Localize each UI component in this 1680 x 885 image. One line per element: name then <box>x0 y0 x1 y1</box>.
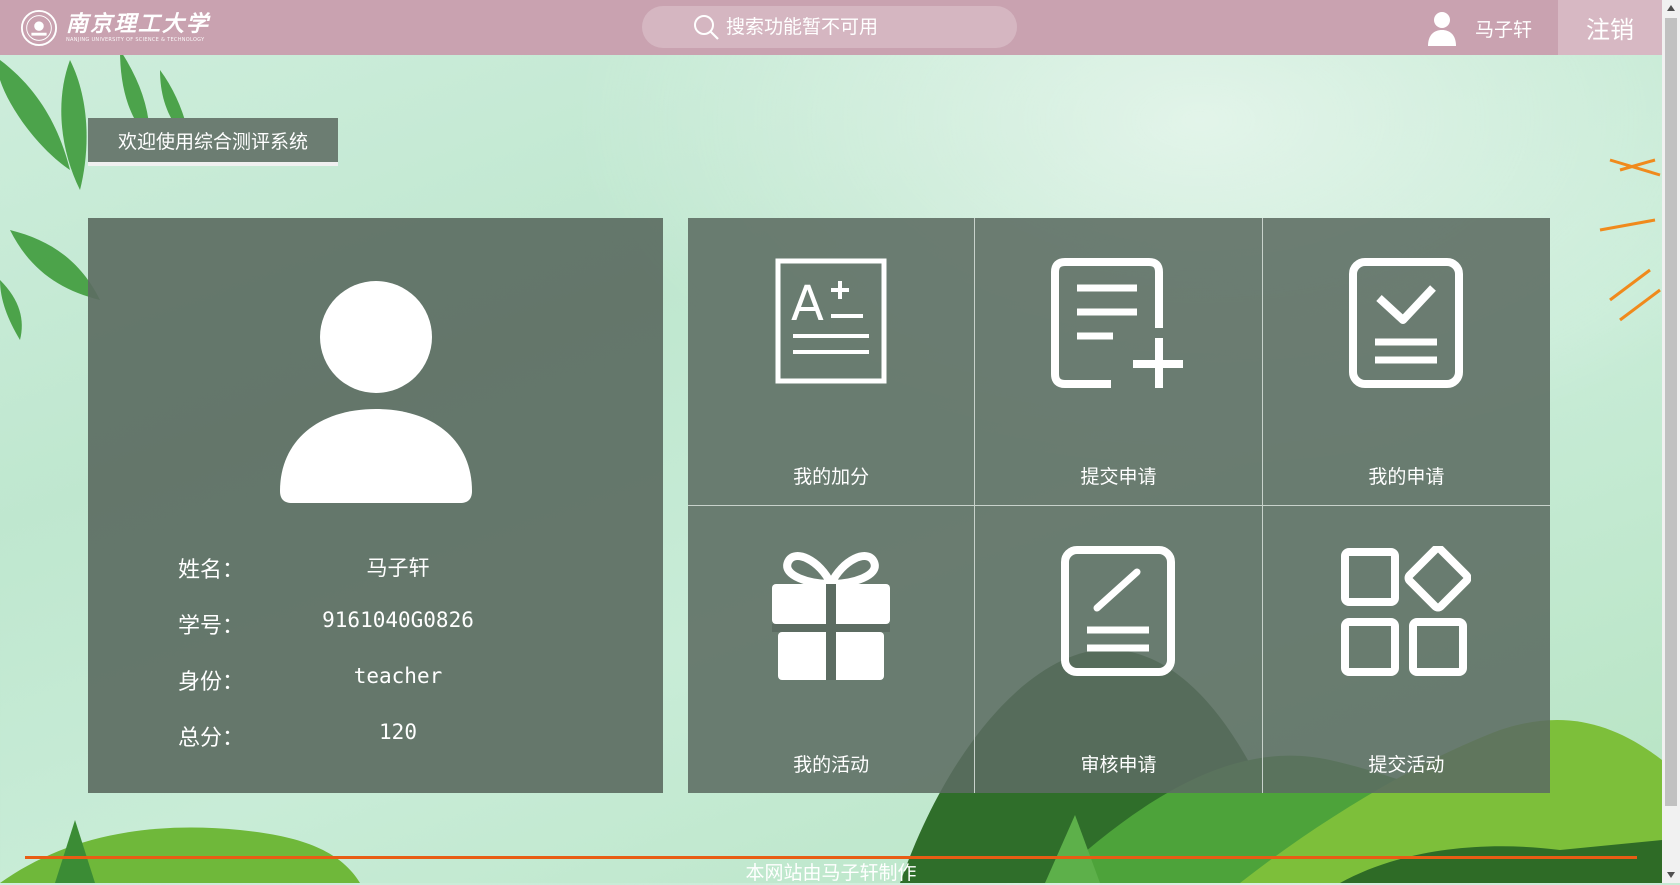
welcome-banner: 欢迎使用综合测评系统 <box>88 118 338 166</box>
logout-button[interactable]: 注销 <box>1558 0 1662 55</box>
grade-a-plus-icon: A <box>775 258 887 384</box>
top-navbar: 南京理工大学 NANJING UNIVERSITY OF SCIENCE & T… <box>0 0 1662 55</box>
menu-tile-my-activities[interactable]: 我的活动 <box>688 505 976 793</box>
vertical-scrollbar[interactable] <box>1662 0 1680 883</box>
menu-tile-submit-application[interactable]: 提交申请 <box>975 218 1263 506</box>
menu-tile-review-applications[interactable]: 审核申请 <box>975 505 1263 793</box>
avatar-icon <box>280 281 472 503</box>
profile-card: 姓名： 马子轩 学号： 9161040G0826 身份： teacher 总分：… <box>88 218 663 793</box>
tile-label: 我的活动 <box>793 754 870 776</box>
tile-label: 提交活动 <box>1368 754 1445 776</box>
document-add-icon <box>1051 258 1184 388</box>
menu-tile-my-applications[interactable]: 我的申请 <box>1262 218 1550 506</box>
profile-value: 9161040G0826 <box>322 608 474 632</box>
search-box[interactable] <box>642 6 1017 48</box>
document-check-icon <box>1349 258 1464 388</box>
apps-icon <box>1341 545 1472 676</box>
tile-label: 我的加分 <box>793 465 870 488</box>
scroll-up-arrow-icon[interactable] <box>1667 5 1675 11</box>
gift-icon <box>772 551 891 680</box>
university-emblem-icon <box>20 9 58 47</box>
svg-text:A: A <box>791 276 824 332</box>
profile-label: 总分： <box>178 726 245 751</box>
function-menu-grid: A 我的加分 提交申请 我的申请 我的活动 审核申请 提交活动 <box>688 218 1550 793</box>
scroll-down-arrow-icon[interactable] <box>1667 872 1675 878</box>
user-icon <box>1428 12 1456 46</box>
profile-row-total-score: 总分： 120 <box>178 720 618 751</box>
profile-row-name: 姓名： 马子轩 <box>178 552 618 583</box>
search-icon <box>694 15 719 40</box>
profile-label: 学号： <box>178 614 245 639</box>
search-input[interactable] <box>724 15 988 39</box>
profile-row-student-id: 学号： 9161040G0826 <box>178 608 618 639</box>
profile-value: 120 <box>379 720 417 744</box>
tile-label: 提交申请 <box>1080 465 1157 488</box>
user-name: 马子轩 <box>1475 18 1533 41</box>
profile-label: 身份： <box>178 670 245 695</box>
tile-label: 审核申请 <box>1080 754 1157 776</box>
profile-value: 马子轩 <box>366 556 430 580</box>
current-user[interactable]: 马子轩 <box>1425 10 1532 46</box>
document-edit-icon <box>1061 545 1176 676</box>
profile-row-role: 身份： teacher <box>178 664 618 695</box>
tile-label: 我的申请 <box>1368 465 1445 488</box>
profile-value: teacher <box>353 664 443 688</box>
menu-tile-submit-activity[interactable]: 提交活动 <box>1262 505 1550 793</box>
university-logo[interactable]: 南京理工大学 NANJING UNIVERSITY OF SCIENCE & T… <box>20 8 220 48</box>
logo-en-text: NANJING UNIVERSITY OF SCIENCE & TECHNOLO… <box>66 37 205 43</box>
profile-label: 姓名： <box>178 558 245 583</box>
logo-cn-text: 南京理工大学 <box>66 11 211 37</box>
footer-credit: 本网站由马子轩制作 <box>745 862 917 884</box>
menu-tile-my-points[interactable]: A 我的加分 <box>688 218 976 506</box>
scrollbar-thumb[interactable] <box>1665 18 1677 806</box>
